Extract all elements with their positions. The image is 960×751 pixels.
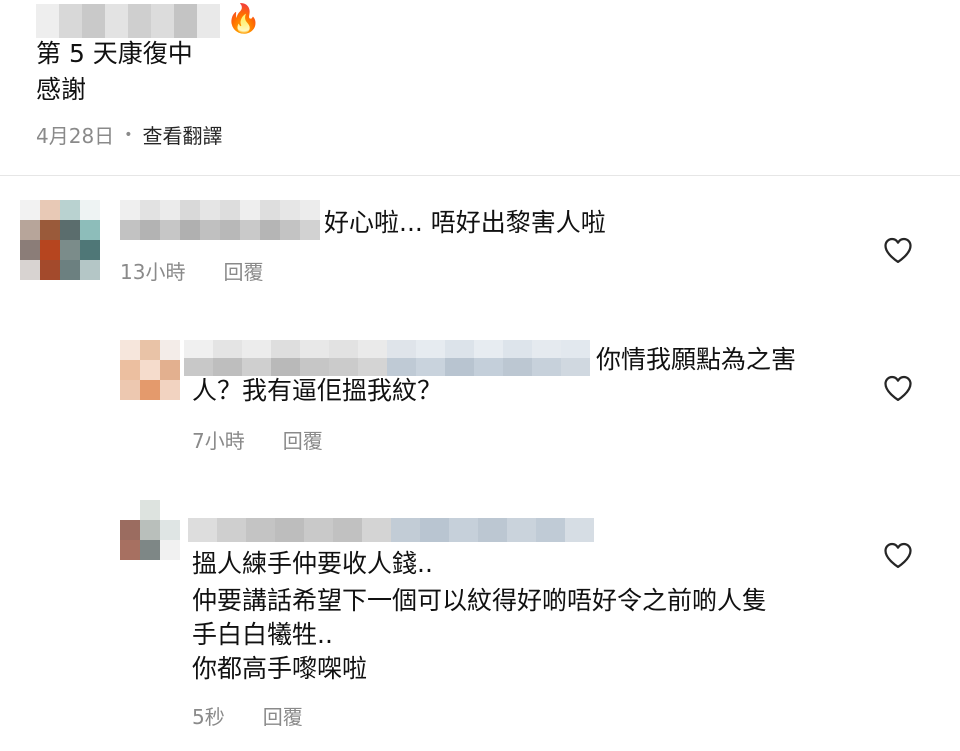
avatar[interactable] xyxy=(120,500,180,560)
meta-dot: • xyxy=(124,126,133,143)
comment-time: 13小時 xyxy=(120,260,186,284)
comment-text-line2: 人？我有逼佢搵我紋？ xyxy=(192,376,443,405)
comment-text-line2: 仲要講話希望下一個可以紋得好啲唔好令之前啲人隻 xyxy=(192,586,768,615)
avatar[interactable] xyxy=(120,340,180,400)
comment-meta: 5秒 回覆 xyxy=(192,701,303,730)
comment-meta: 13小時 回覆 xyxy=(120,256,263,285)
avatar[interactable] xyxy=(20,200,100,280)
comment-text-line1: 你情我願點為之害 xyxy=(596,345,797,374)
post-caption-line2: 感謝 xyxy=(36,75,87,104)
comment-text: 好心啦... 唔好出黎害人啦 xyxy=(324,208,606,237)
comment-time: 5秒 xyxy=(192,705,225,729)
blurred-username[interactable] xyxy=(188,518,594,542)
post-date: 4月28日 xyxy=(36,124,115,148)
blurred-username[interactable] xyxy=(120,200,320,240)
comment-text-line4: 你都高手嚟㗎啦 xyxy=(192,654,368,683)
post-caption-line1: 第 5 天康復中 xyxy=(36,39,193,68)
heart-outline-icon[interactable] xyxy=(883,374,913,402)
reply-button[interactable]: 回覆 xyxy=(283,425,323,454)
comment-text-line3: 手白白犧牲.. xyxy=(192,620,333,649)
blurred-username[interactable] xyxy=(36,4,220,38)
divider xyxy=(0,175,960,176)
comment-meta: 7小時 回覆 xyxy=(192,425,323,454)
post-meta: 4月28日 • 查看翻譯 xyxy=(36,120,222,149)
blurred-username[interactable] xyxy=(184,340,590,376)
comment-text-line1: 搵人練手仲要收人錢.. xyxy=(192,549,433,578)
heart-outline-icon[interactable] xyxy=(883,236,913,264)
fire-emoji: 🔥 xyxy=(226,2,261,35)
comment-time: 7小時 xyxy=(192,429,245,453)
heart-outline-icon[interactable] xyxy=(883,541,913,569)
see-translation-link[interactable]: 查看翻譯 xyxy=(142,120,222,149)
reply-button[interactable]: 回覆 xyxy=(263,701,303,730)
reply-button[interactable]: 回覆 xyxy=(223,256,263,285)
